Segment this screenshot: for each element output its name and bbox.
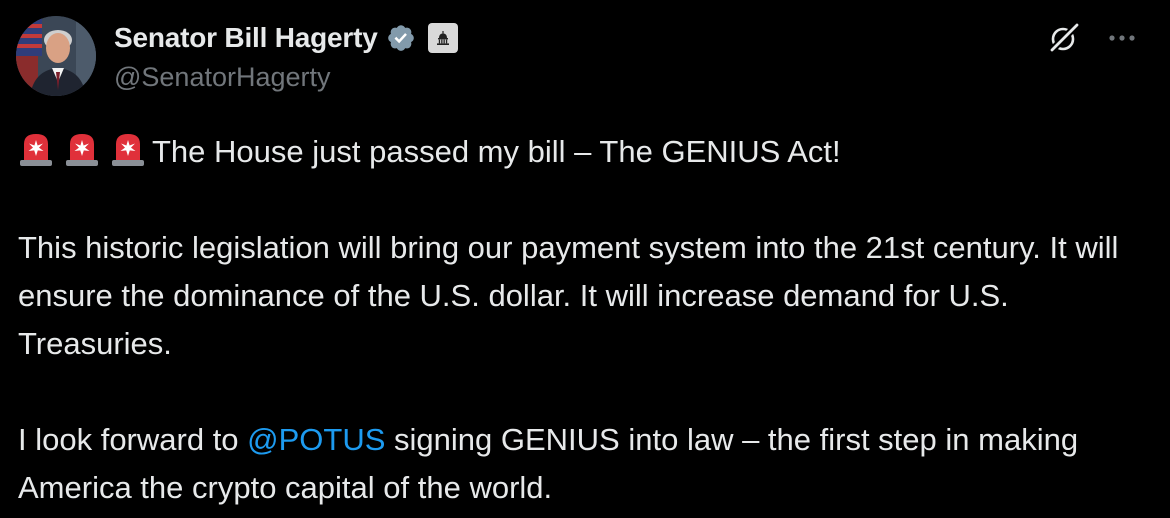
siren-emoji-group [18,128,146,176]
author-row: Senator Bill Hagerty [114,20,458,56]
headline-text: The House just passed my bill – The GENI… [152,134,841,169]
author-handle[interactable]: @SenatorHagerty [114,62,331,93]
tweet-paragraph-headline: The House just passed my bill – The GENI… [18,128,1148,176]
verified-badge-icon[interactable] [386,23,416,53]
tweet: Senator Bill Hagerty @SenatorHagerty The… [0,0,1170,518]
siren-emoji-icon [112,134,144,166]
grok-icon[interactable] [1044,18,1084,58]
siren-emoji-icon [20,134,52,166]
tweet-paragraph-3: I look forward to @POTUS signing GENIUS … [18,416,1148,512]
tweet-actions-top [1044,18,1142,58]
avatar-photo [16,16,96,96]
paragraph-3-lead: I look forward to [18,422,248,457]
tweet-text: The House just passed my bill – The GENI… [18,128,1148,512]
capitol-building-icon[interactable] [427,23,458,53]
avatar[interactable] [16,16,96,96]
tweet-paragraph-2: This historic legislation will bring our… [18,230,1119,361]
mention-link[interactable]: @POTUS [247,422,385,457]
author-display-name[interactable]: Senator Bill Hagerty [114,22,378,54]
siren-emoji-icon [66,134,98,166]
more-horizontal-icon[interactable] [1102,18,1142,58]
